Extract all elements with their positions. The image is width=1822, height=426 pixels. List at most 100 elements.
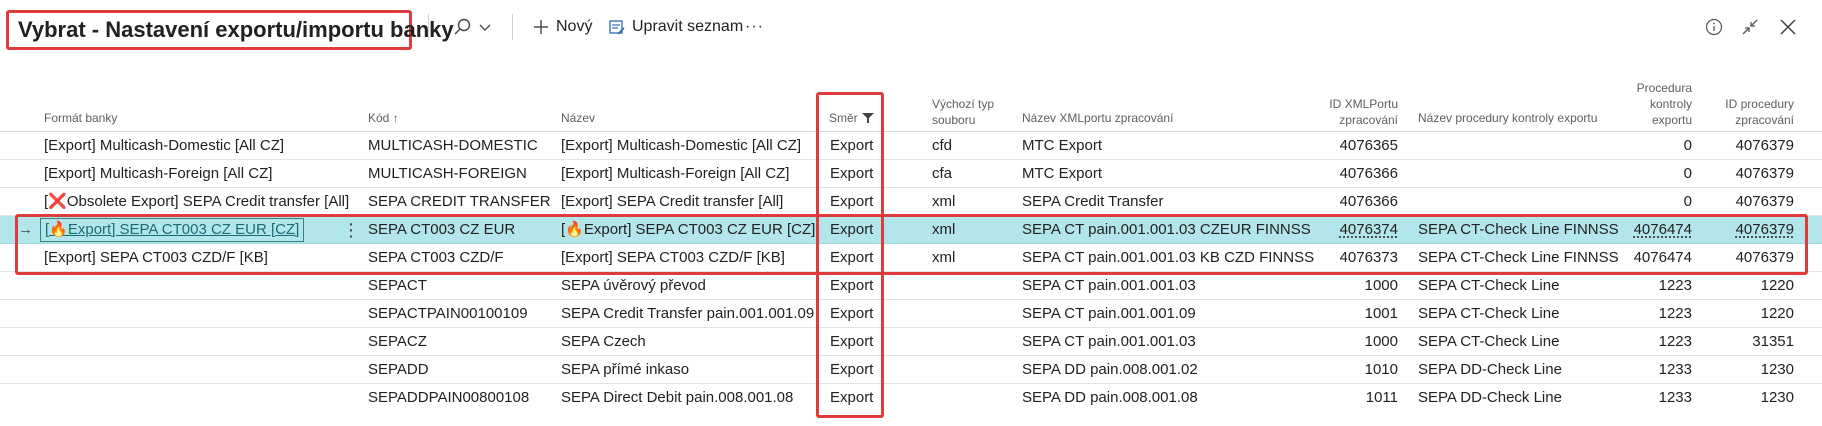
cell-code[interactable]: MULTICASH-DOMESTIC [368, 132, 538, 160]
cell-file-type[interactable]: xml [932, 244, 955, 272]
table-row[interactable]: SEPACTPAIN00100109 SEPA Credit Transfer … [0, 300, 1822, 328]
cell-code[interactable]: SEPA CT003 CZD/F [368, 244, 504, 272]
cell-name[interactable]: SEPA Credit Transfer pain.001.001.09 [561, 300, 814, 328]
cell-check-proc-name[interactable]: SEPA CT-Check Line [1418, 328, 1559, 356]
cell-proc-id[interactable]: 1220 [1700, 272, 1794, 300]
cell-name[interactable]: SEPA Czech [561, 328, 646, 356]
cell-code[interactable]: SEPA CREDIT TRANSFER [368, 188, 551, 216]
cell-proc-id[interactable]: 31351 [1700, 328, 1794, 356]
cell-bank-format[interactable]: [Export] Multicash-Foreign [All CZ] [44, 160, 272, 188]
column-header-check-proc-name[interactable]: Název procedury kontroly exportu [1418, 110, 1597, 126]
cell-proc-id[interactable]: 4076379 [1700, 188, 1794, 216]
cell-name[interactable]: [Export] SEPA CT003 CZD/F [KB] [561, 244, 785, 272]
cell-xmlport-id[interactable]: 1010 [1280, 356, 1398, 384]
cell-check-proc-id[interactable]: 4076474 [1580, 216, 1692, 244]
cell-proc-id[interactable]: 4076379 [1700, 160, 1794, 188]
cell-bank-format[interactable]: [❌Obsolete Export] SEPA Credit transfer … [44, 188, 349, 216]
cell-xmlport-id[interactable]: 4076365 [1280, 132, 1398, 160]
cell-check-proc-id[interactable]: 1223 [1580, 300, 1692, 328]
cell-name[interactable]: SEPA Direct Debit pain.008.001.08 [561, 384, 793, 412]
cell-code[interactable]: SEPA CT003 CZ EUR [368, 216, 515, 244]
cell-check-proc-id[interactable]: 0 [1580, 132, 1692, 160]
cell-xmlport-name[interactable]: SEPA CT pain.001.001.03 CZEUR FINNSS [1022, 216, 1311, 244]
search-button[interactable] [452, 12, 492, 42]
table-row[interactable]: [Export] SEPA CT003 CZD/F [KB] SEPA CT00… [0, 244, 1822, 272]
cell-direction[interactable]: Export [830, 132, 873, 160]
cell-direction[interactable]: Export [830, 160, 873, 188]
table-row[interactable]: [❌Obsolete Export] SEPA Credit transfer … [0, 188, 1822, 216]
table-row[interactable]: [Export] Multicash-Foreign [All CZ] MULT… [0, 160, 1822, 188]
table-row[interactable]: SEPADD SEPA přímé inkaso Export SEPA DD … [0, 356, 1822, 384]
cell-file-type[interactable]: cfa [932, 160, 952, 188]
cell-direction[interactable]: Export [830, 300, 873, 328]
cell-check-proc-name[interactable]: SEPA CT-Check Line [1418, 272, 1559, 300]
cell-bank-format-link[interactable]: [🔥Export] SEPA CT003 CZ EUR [CZ] [40, 218, 305, 242]
cell-xmlport-id[interactable]: 1000 [1280, 328, 1398, 356]
cell-code[interactable]: MULTICASH-FOREIGN [368, 160, 527, 188]
cell-xmlport-id[interactable]: 4076374 [1280, 216, 1398, 244]
table-row-selected[interactable]: → [🔥Export] SEPA CT003 CZ EUR [CZ] ⋮ SEP… [0, 216, 1822, 244]
cell-check-proc-name[interactable]: SEPA CT-Check Line [1418, 300, 1559, 328]
cell-direction[interactable]: Export [830, 272, 873, 300]
cell-direction[interactable]: Export [830, 384, 873, 412]
cell-file-type[interactable]: xml [932, 216, 955, 244]
table-row[interactable]: SEPACZ SEPA Czech Export SEPA CT pain.00… [0, 328, 1822, 356]
cell-direction[interactable]: Export [830, 216, 873, 244]
cell-xmlport-id[interactable]: 4076373 [1280, 244, 1398, 272]
cell-file-type[interactable]: xml [932, 188, 955, 216]
edit-list-button[interactable]: Upravit seznam [608, 12, 743, 42]
column-header-name[interactable]: Název [561, 110, 595, 126]
cell-name[interactable]: [Export] SEPA Credit transfer [All] [561, 188, 783, 216]
cell-code[interactable]: SEPADDPAIN00800108 [368, 384, 529, 412]
cell-check-proc-id[interactable]: 1223 [1580, 272, 1692, 300]
cell-code[interactable]: SEPADD [368, 356, 429, 384]
cell-code[interactable]: SEPACT [368, 272, 427, 300]
cell-direction[interactable]: Export [830, 188, 873, 216]
table-row[interactable]: SEPACT SEPA úvěrový převod Export SEPA C… [0, 272, 1822, 300]
cell-check-proc-id[interactable]: 1233 [1580, 356, 1692, 384]
cell-name[interactable]: SEPA přímé inkaso [561, 356, 689, 384]
cell-check-proc-id[interactable]: 4076474 [1580, 244, 1692, 272]
cell-bank-format[interactable]: [Export] Multicash-Domestic [All CZ] [44, 132, 284, 160]
cell-xmlport-name[interactable]: SEPA CT pain.001.001.03 [1022, 328, 1196, 356]
cell-proc-id[interactable]: 1220 [1700, 300, 1794, 328]
table-row[interactable]: SEPADDPAIN00800108 SEPA Direct Debit pai… [0, 384, 1822, 412]
cell-xmlport-name[interactable]: SEPA CT pain.001.001.03 [1022, 272, 1196, 300]
cell-bank-format[interactable]: [Export] SEPA CT003 CZD/F [KB] [44, 244, 268, 272]
row-actions-kebab-icon[interactable]: ⋮ [342, 216, 360, 244]
cell-xmlport-name[interactable]: MTC Export [1022, 160, 1102, 188]
cell-proc-id[interactable]: 4076379 [1700, 216, 1794, 244]
cell-name[interactable]: [Export] Multicash-Domestic [All CZ] [561, 132, 801, 160]
cell-check-proc-name[interactable]: SEPA DD-Check Line [1418, 384, 1562, 412]
cell-name[interactable]: SEPA úvěrový převod [561, 272, 706, 300]
cell-xmlport-name[interactable]: SEPA DD pain.008.001.08 [1022, 384, 1198, 412]
cell-name[interactable]: [🔥Export] SEPA CT003 CZ EUR [CZ] [561, 216, 815, 244]
column-header-bank-format[interactable]: Formát banky [44, 110, 117, 126]
cell-xmlport-id[interactable]: 1000 [1280, 272, 1398, 300]
table-row[interactable]: [Export] Multicash-Domestic [All CZ] MUL… [0, 132, 1822, 160]
cell-xmlport-name[interactable]: SEPA DD pain.008.001.02 [1022, 356, 1198, 384]
cell-xmlport-id[interactable]: 4076366 [1280, 160, 1398, 188]
column-header-xmlport-id[interactable]: ID XMLPortu zpracování [1280, 96, 1398, 128]
cell-direction[interactable]: Export [830, 328, 873, 356]
cell-direction[interactable]: Export [830, 356, 873, 384]
cell-file-type[interactable]: cfd [932, 132, 952, 160]
cell-check-proc-id[interactable]: 0 [1580, 160, 1692, 188]
cell-xmlport-id[interactable]: 4076366 [1280, 188, 1398, 216]
cell-xmlport-name[interactable]: SEPA CT pain.001.001.03 KB CZD FINNSS [1022, 244, 1314, 272]
column-header-code[interactable]: Kód ↑ [368, 110, 399, 126]
cell-xmlport-name[interactable]: SEPA Credit Transfer [1022, 188, 1163, 216]
column-header-check-proc[interactable]: Procedura kontroly exportu [1580, 80, 1692, 128]
column-header-xmlport-name[interactable]: Název XMLportu zpracování [1022, 110, 1173, 126]
more-options-button[interactable]: ··· [745, 12, 764, 42]
cell-check-proc-id[interactable]: 1233 [1580, 384, 1692, 412]
cell-xmlport-name[interactable]: MTC Export [1022, 132, 1102, 160]
cell-xmlport-id[interactable]: 1011 [1280, 384, 1398, 412]
cell-code[interactable]: SEPACTPAIN00100109 [368, 300, 528, 328]
column-header-proc-id[interactable]: ID procedury zpracování [1700, 96, 1794, 128]
new-button[interactable]: Nový [532, 12, 592, 42]
cell-proc-id[interactable]: 4076379 [1700, 244, 1794, 272]
column-header-file-type[interactable]: Výchozí typ souboru [932, 96, 994, 128]
cell-proc-id[interactable]: 1230 [1700, 356, 1794, 384]
collapse-button[interactable] [1736, 13, 1764, 41]
